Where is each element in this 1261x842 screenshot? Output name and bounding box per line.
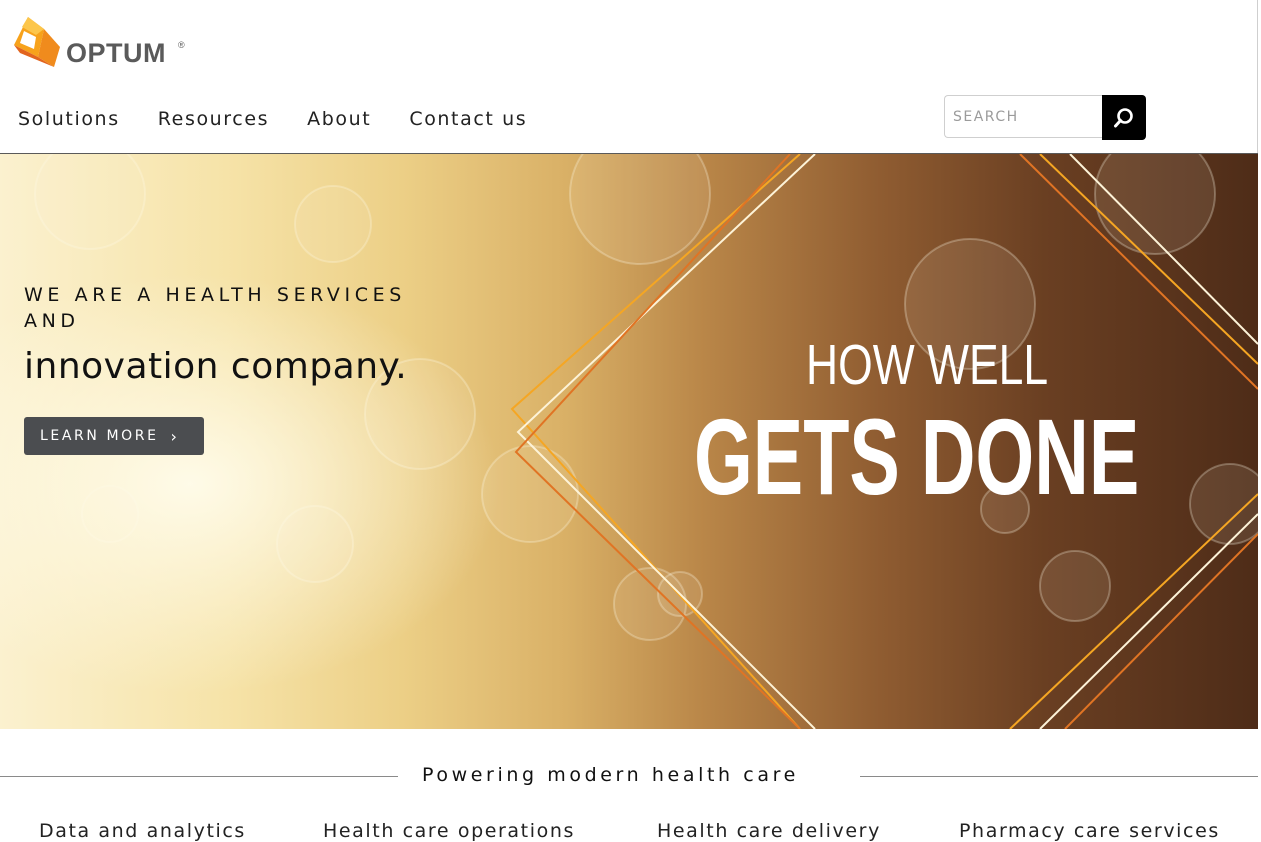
main-nav: Solutions Resources About Contact us (18, 108, 565, 130)
optum-logo[interactable]: OPTUM ® (14, 14, 194, 70)
search-box (944, 95, 1146, 140)
heading-rule-left (0, 776, 398, 777)
nav-resources[interactable]: Resources (158, 108, 269, 130)
hero-tagline-bottom: GETS DONE (694, 396, 1140, 517)
header-right-border (1257, 0, 1258, 153)
learn-more-label: LEARN MORE (40, 428, 159, 444)
nav-solutions[interactable]: Solutions (18, 108, 120, 130)
heading-rule-right (860, 776, 1258, 777)
category-data-analytics[interactable]: Data and analytics (39, 820, 246, 842)
optum-logo-icon (14, 17, 60, 67)
section-heading: Powering modern health care (0, 760, 1258, 794)
hero-kicker: WE ARE A HEALTH SERVICES AND (24, 284, 406, 332)
section-title: Powering modern health care (422, 764, 799, 786)
nav-contact-us[interactable]: Contact us (409, 108, 527, 130)
hero-banner: WE ARE A HEALTH SERVICES AND innovation … (0, 154, 1258, 729)
search-input[interactable] (944, 95, 1102, 138)
category-pharmacy-care-services[interactable]: Pharmacy care services (959, 820, 1220, 842)
category-health-care-delivery[interactable]: Health care delivery (657, 820, 881, 842)
logo-wordmark: OPTUM (66, 38, 166, 68)
site-header: OPTUM ® Solutions Resources About Contac… (0, 0, 1261, 153)
chevron-right-icon: › (170, 426, 180, 446)
nav-about[interactable]: About (307, 108, 371, 130)
category-health-care-operations[interactable]: Health care operations (323, 820, 575, 842)
hero-heading: innovation company. (24, 346, 408, 387)
hero-tagline-top: HOW WELL (806, 333, 1049, 397)
learn-more-button[interactable]: LEARN MORE › (24, 417, 204, 455)
registered-mark: ® (178, 40, 185, 50)
search-button[interactable] (1102, 95, 1146, 140)
search-icon (1114, 107, 1133, 127)
